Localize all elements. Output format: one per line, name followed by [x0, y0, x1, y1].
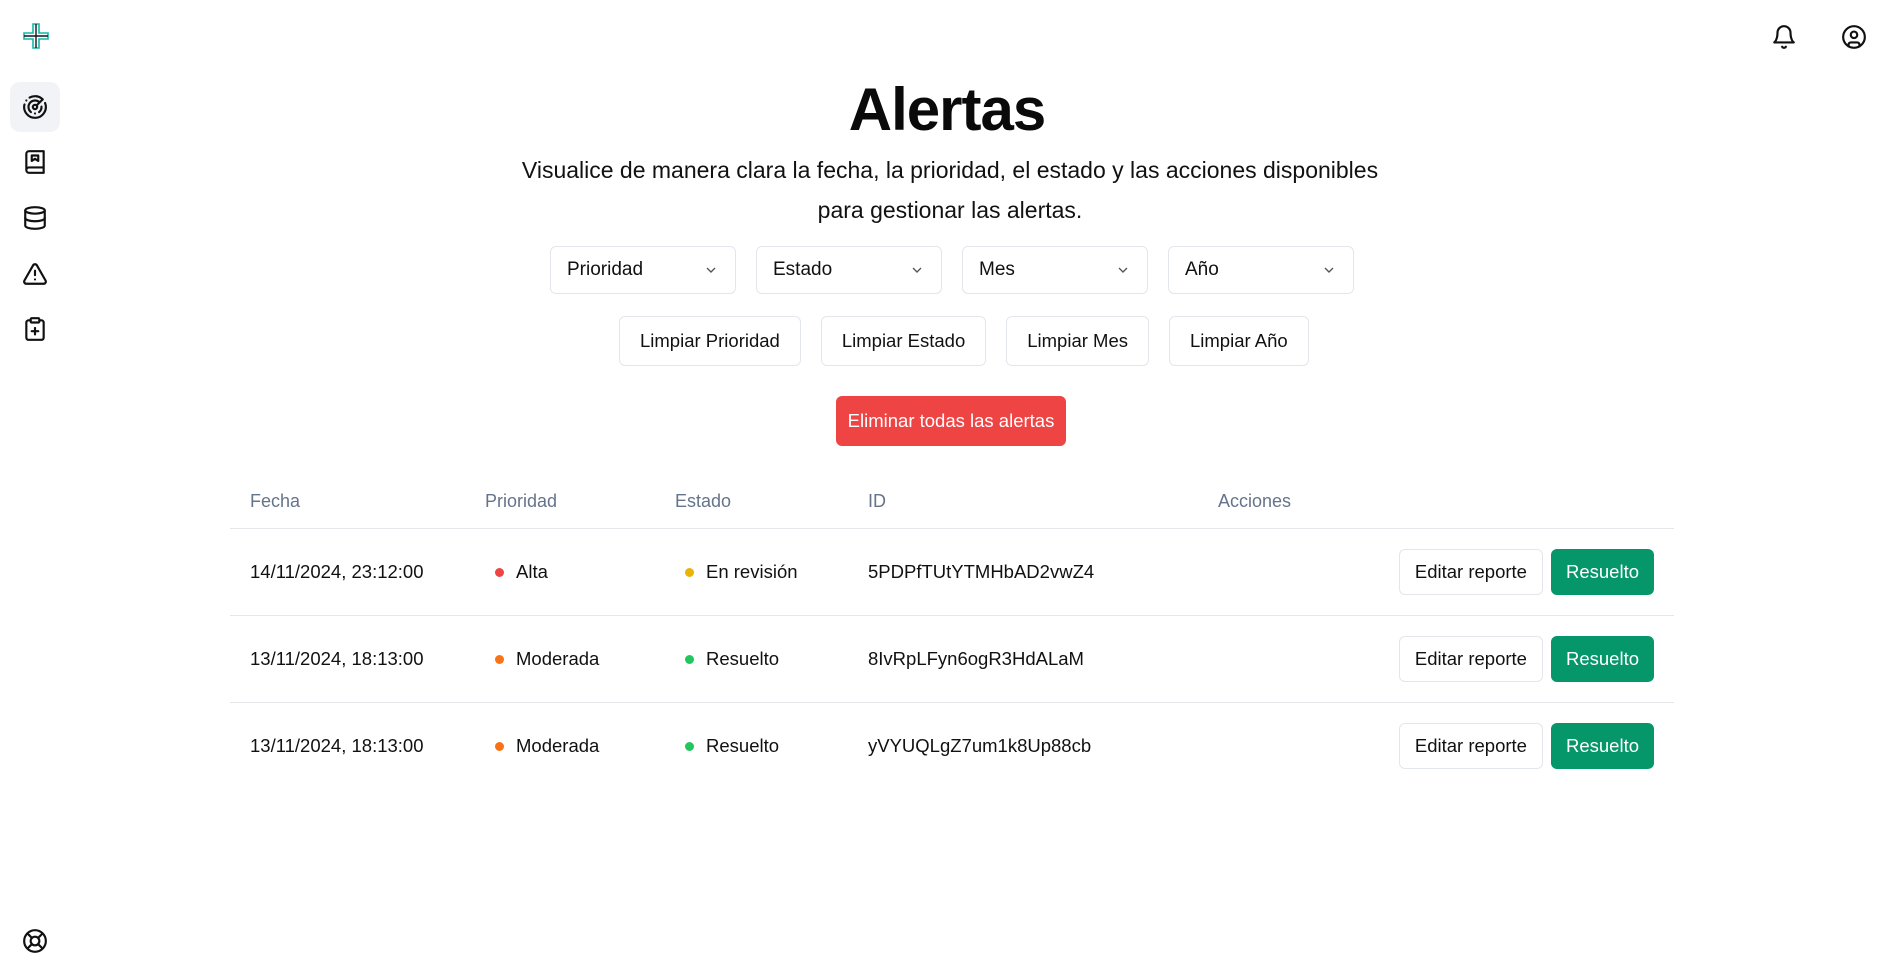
table-row: 13/11/2024, 18:13:00 Moderada Resuelto 8… — [230, 615, 1674, 703]
notifications-button[interactable] — [1769, 22, 1799, 52]
alert-actions: Editar reporte Resuelto — [1218, 528, 1674, 616]
chevron-down-icon — [912, 267, 922, 273]
clipboard-plus-icon — [25, 317, 45, 341]
sidebar-item-warning[interactable] — [10, 249, 60, 299]
warning-icon — [23, 263, 47, 285]
database-icon — [24, 206, 46, 230]
clear-priority-button[interactable]: Limpiar Prioridad — [619, 316, 801, 366]
table-row: 13/11/2024, 18:13:00 Moderada Resuelto y… — [230, 703, 1674, 790]
alert-status-label: En revisión — [706, 561, 798, 582]
resolve-button[interactable]: Resuelto — [1550, 723, 1654, 769]
sidebar-item-clipboard[interactable] — [10, 304, 60, 354]
chevron-down-icon — [706, 267, 716, 273]
status-dot — [685, 741, 694, 751]
alert-priority-label: Alta — [516, 561, 548, 582]
column-header-actions: Acciones — [1218, 474, 1674, 529]
alert-actions: Editar reporte Resuelto — [1218, 615, 1674, 703]
year-select[interactable]: Año — [1168, 246, 1354, 294]
status-select-value: Estado — [773, 259, 833, 280]
alert-actions: Editar reporte Resuelto — [1218, 703, 1674, 790]
book-icon — [25, 150, 45, 174]
lifebuoy-icon — [23, 929, 47, 953]
bell-icon — [1773, 25, 1795, 49]
month-select-value: Mes — [979, 259, 1015, 280]
filter-bar: Prioridad Estado Mes Año — [550, 246, 1354, 294]
clear-status-button[interactable]: Limpiar Estado — [820, 316, 987, 366]
priority-select[interactable]: Prioridad — [550, 246, 736, 294]
status-dot — [685, 567, 694, 577]
alert-priority-label: Moderada — [516, 648, 600, 669]
alert-priority: Moderada — [485, 615, 675, 703]
alert-date: 13/11/2024, 18:13:00 — [250, 735, 424, 756]
user-circle-icon — [1842, 25, 1866, 49]
alert-priority: Moderada — [485, 703, 675, 790]
month-select[interactable]: Mes — [962, 246, 1148, 294]
sidebar-item-help[interactable] — [22, 928, 48, 954]
column-header-status: Estado — [675, 474, 868, 529]
alert-status-label: Resuelto — [706, 648, 780, 669]
alert-priority: Alta — [485, 528, 675, 616]
alert-priority-label: Moderada — [516, 735, 600, 756]
alert-status-label: Resuelto — [706, 735, 780, 756]
chevron-down-icon — [1324, 267, 1334, 273]
alert-id: 8IvRpLFyn6ogR3HdALaM — [868, 615, 1218, 703]
column-header-priority: Prioridad — [485, 474, 675, 529]
clear-month-button[interactable]: Limpiar Mes — [1006, 316, 1149, 366]
clear-filters-row: Limpiar Prioridad Limpiar Estado Limpiar… — [619, 316, 1309, 366]
priority-dot — [495, 567, 504, 577]
edit-report-button[interactable]: Editar reporte — [1398, 549, 1543, 595]
alert-status: Resuelto — [675, 703, 868, 790]
alert-id: yVYUQLgZ7um1k8Up88cb — [868, 735, 1092, 756]
resolve-button[interactable]: Resuelto — [1550, 636, 1654, 682]
year-select-value: Año — [1185, 259, 1219, 280]
table-row: 14/11/2024, 23:12:00 Alta En revisión 5P… — [230, 528, 1674, 616]
user-menu-button[interactable] — [1839, 22, 1869, 52]
priority-select-value: Prioridad — [567, 259, 644, 280]
priority-dot — [495, 741, 504, 751]
page-subtitle: Visualice de manera clara la fecha, la p… — [521, 157, 1379, 223]
column-header-date: Fecha — [230, 474, 485, 529]
clear-year-button[interactable]: Limpiar Año — [1169, 316, 1309, 366]
alerts-table: Fecha Prioridad Estado ID Acciones 14/11… — [230, 474, 1674, 789]
alert-status: Resuelto — [675, 615, 868, 703]
plus-cross-logo-icon — [23, 23, 49, 49]
chevron-down-icon — [1118, 267, 1128, 273]
edit-report-button[interactable]: Editar reporte — [1398, 636, 1543, 682]
delete-all-alerts-button[interactable]: Eliminar todas las alertas — [836, 396, 1066, 446]
table-header-row: Fecha Prioridad Estado ID Acciones — [230, 474, 1674, 529]
alert-status: En revisión — [675, 528, 868, 616]
resolve-button[interactable]: Resuelto — [1550, 549, 1654, 595]
alert-id: 5PDPfTUtYTMHbAD2vwZ4 — [868, 528, 1218, 616]
column-header-id: ID — [868, 474, 1218, 529]
page-title: Alertas — [848, 76, 1046, 143]
sidebar-item-database[interactable] — [10, 193, 60, 243]
priority-dot — [495, 654, 504, 664]
alert-date: 14/11/2024, 23:12:00 — [230, 528, 485, 616]
edit-report-button[interactable]: Editar reporte — [1398, 723, 1543, 769]
status-select[interactable]: Estado — [756, 246, 942, 294]
app-logo[interactable] — [22, 22, 50, 50]
status-dot — [685, 654, 694, 664]
alert-date: 13/11/2024, 18:13:00 — [230, 615, 485, 703]
